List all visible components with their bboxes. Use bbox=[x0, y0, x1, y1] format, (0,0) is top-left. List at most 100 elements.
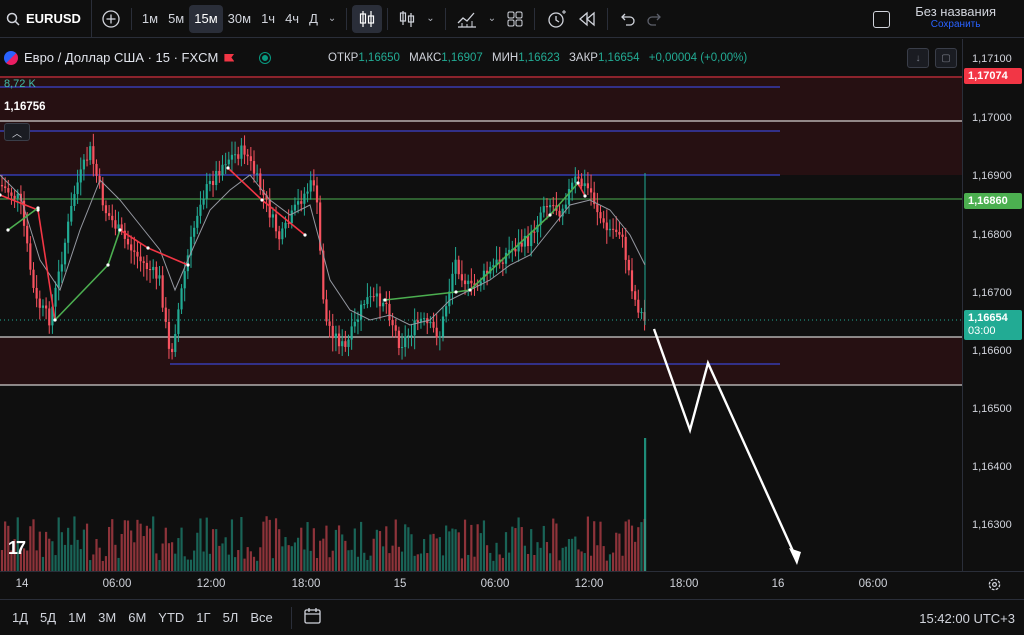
volume-bar bbox=[297, 537, 300, 571]
volume-bar bbox=[382, 546, 385, 571]
layout-save-link[interactable]: Сохранить bbox=[915, 19, 996, 30]
volume-bar bbox=[580, 551, 583, 571]
volume-bar bbox=[114, 544, 117, 571]
gear-icon[interactable] bbox=[987, 577, 1002, 592]
candle-body bbox=[117, 224, 120, 229]
current-price: 1,16654 bbox=[968, 312, 1008, 324]
layout-checkbox[interactable] bbox=[873, 11, 890, 28]
chart-pane[interactable] bbox=[0, 39, 1024, 571]
layouts-button[interactable] bbox=[501, 5, 529, 33]
zigzag-point bbox=[186, 263, 190, 267]
range-6m[interactable]: 6М bbox=[122, 610, 152, 625]
indicators-chevron-icon[interactable]: ⌄ bbox=[483, 5, 501, 33]
volume-bar bbox=[426, 553, 429, 571]
candle-body bbox=[164, 307, 167, 322]
indicator-chart-icon bbox=[457, 12, 476, 28]
candle-body bbox=[196, 215, 199, 228]
layout-name[interactable]: Без названия Сохранить bbox=[915, 4, 996, 30]
volume-bar bbox=[183, 556, 186, 571]
candle-body bbox=[457, 259, 460, 275]
range-3m[interactable]: 3М bbox=[92, 610, 122, 625]
price-scale[interactable]: 1,17100 1,17074 1,17000 1,16900 1,16860 … bbox=[962, 39, 1024, 571]
volume-bar bbox=[234, 557, 237, 571]
divider bbox=[444, 7, 446, 30]
replay-button[interactable] bbox=[572, 5, 602, 33]
go-to-date-button[interactable] bbox=[297, 607, 329, 628]
candle-body bbox=[344, 341, 347, 347]
volume-bar bbox=[322, 538, 325, 571]
candle-body bbox=[63, 242, 67, 265]
supply-zone bbox=[0, 76, 962, 175]
volume-bar bbox=[618, 533, 621, 571]
undo-button[interactable] bbox=[613, 5, 641, 33]
interval-15m[interactable]: 15м bbox=[189, 4, 223, 33]
candle-body bbox=[205, 184, 208, 199]
indicators-button[interactable] bbox=[393, 5, 421, 33]
compare-symbol-button[interactable] bbox=[96, 5, 126, 33]
range-5d[interactable]: 5Д bbox=[34, 610, 62, 625]
candle-body bbox=[224, 164, 227, 166]
interval-30m[interactable]: 30м bbox=[223, 5, 256, 33]
candle-body bbox=[347, 339, 350, 347]
time-axis[interactable]: 14 06:00 12:00 18:00 15 06:00 12:00 18:0… bbox=[0, 571, 1024, 598]
volume-bar bbox=[432, 533, 435, 571]
indicators-templates-button[interactable] bbox=[451, 5, 483, 33]
candle-body bbox=[278, 231, 281, 240]
level-value[interactable]: 1,16756 bbox=[4, 101, 46, 113]
candle-body bbox=[404, 336, 407, 348]
volume-bar bbox=[79, 549, 82, 571]
candle-body bbox=[38, 298, 41, 308]
volume-indicator-value[interactable]: 8,72 K bbox=[4, 78, 36, 90]
range-1m[interactable]: 1М bbox=[62, 610, 92, 625]
candle-body bbox=[268, 199, 271, 218]
pane-maximize-icon[interactable]: ▢ bbox=[935, 48, 957, 68]
interval-4h[interactable]: 4ч bbox=[280, 5, 304, 33]
market-status-icon[interactable] bbox=[260, 52, 271, 63]
candle-body bbox=[328, 321, 331, 326]
volume-bar bbox=[35, 550, 38, 571]
price-chart[interactable] bbox=[0, 39, 962, 571]
range-all[interactable]: Все bbox=[244, 610, 278, 625]
interval-5m[interactable]: 5м bbox=[163, 5, 189, 33]
symbol-search[interactable]: EURUSD bbox=[0, 0, 92, 38]
pane-down-arrow-icon[interactable]: ↓ bbox=[907, 48, 929, 68]
interval-1d[interactable]: Д bbox=[304, 5, 323, 33]
range-ytd[interactable]: YTD bbox=[152, 610, 190, 625]
candle-body bbox=[325, 299, 328, 322]
volume-bar bbox=[583, 553, 586, 571]
clock-timezone[interactable]: 15:42:00 UTC+3 bbox=[919, 611, 1015, 626]
volume-bar bbox=[148, 528, 152, 571]
candle-body bbox=[627, 259, 630, 271]
tradingview-logo[interactable]: 17 bbox=[8, 538, 26, 559]
volume-bar bbox=[249, 551, 252, 571]
candle-body bbox=[369, 296, 372, 298]
alert-button[interactable] bbox=[540, 5, 572, 33]
collapse-legend-button[interactable]: ︿ bbox=[4, 123, 30, 141]
candle-body bbox=[211, 181, 215, 186]
candle-body bbox=[104, 205, 108, 214]
candle-body bbox=[378, 293, 382, 307]
chart-style-chevron-icon[interactable]: ⌄ bbox=[421, 5, 439, 33]
interval-1m[interactable]: 1м bbox=[137, 5, 163, 33]
candle-body bbox=[155, 266, 158, 279]
redo-button[interactable] bbox=[641, 5, 669, 33]
legend-title[interactable]: Евро / Доллар США · 15 · FXCM bbox=[24, 50, 218, 65]
range-1y[interactable]: 1Г bbox=[190, 610, 216, 625]
range-1d[interactable]: 1Д bbox=[6, 610, 34, 625]
candle-body bbox=[577, 176, 580, 179]
volume-bar bbox=[189, 559, 193, 571]
interval-1h[interactable]: 1ч bbox=[256, 5, 280, 33]
candle-body bbox=[300, 201, 303, 204]
interval-dropdown-chevron-icon[interactable]: ⌄ bbox=[323, 5, 341, 33]
time-tick: 12:00 bbox=[574, 578, 604, 590]
candle-body bbox=[246, 154, 249, 157]
candle-body bbox=[391, 319, 394, 326]
candle-body bbox=[111, 215, 114, 221]
volume-bar bbox=[205, 517, 208, 571]
flag-marker-icon[interactable] bbox=[224, 53, 235, 62]
alarm-clock-icon bbox=[548, 9, 567, 28]
price-tick: 1,17000 bbox=[972, 112, 1012, 124]
range-5y[interactable]: 5Л bbox=[217, 610, 245, 625]
volume-bar bbox=[476, 524, 479, 571]
candles-chart-type-button[interactable] bbox=[352, 4, 383, 33]
